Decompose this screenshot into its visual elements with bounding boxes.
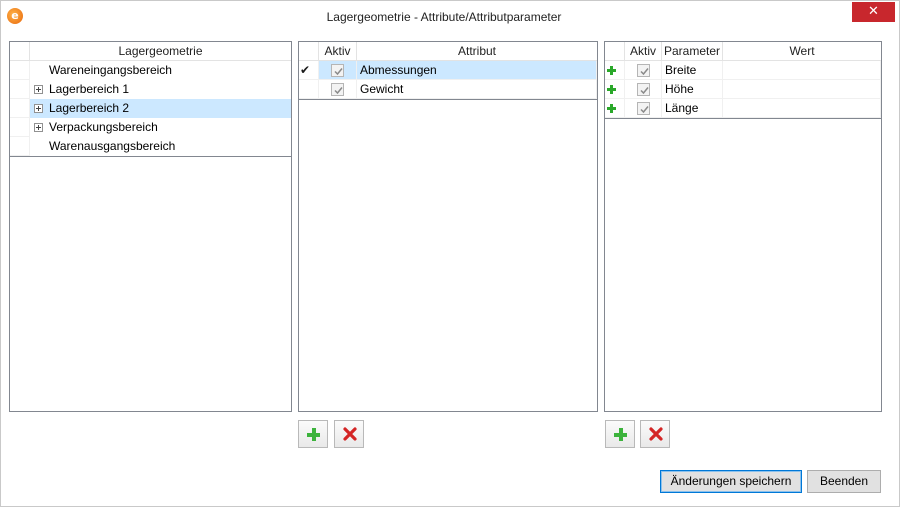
parameter-grid-panel[interactable]: Aktiv Parameter Wert Breite Höhe Länge bbox=[604, 41, 882, 412]
row-header-cell[interactable] bbox=[605, 80, 625, 99]
parameter-row[interactable]: Länge bbox=[605, 99, 881, 118]
tree-item[interactable]: Wareneingangsbereich bbox=[10, 61, 291, 80]
parameter-name: Höhe bbox=[665, 82, 694, 96]
dialog-window: e Lagergeometrie - Attribute/Attributpar… bbox=[0, 0, 900, 507]
attribute-cell[interactable]: Gewicht bbox=[357, 80, 597, 99]
active-checkbox[interactable] bbox=[637, 64, 650, 77]
active-checkbox[interactable] bbox=[331, 83, 344, 96]
parameter-cell[interactable]: Höhe bbox=[662, 80, 723, 99]
add-parameter-button[interactable] bbox=[605, 420, 635, 448]
geometry-tree-panel[interactable]: Lagergeometrie Wareneingangsbereich Lager… bbox=[9, 41, 292, 412]
value-cell[interactable] bbox=[723, 61, 881, 80]
expand-plus-icon[interactable] bbox=[34, 123, 43, 132]
add-attribute-button[interactable] bbox=[298, 420, 328, 448]
new-row-plus-icon bbox=[607, 104, 616, 113]
tree-item-label: Wareneingangsbereich bbox=[49, 63, 172, 77]
value-cell[interactable] bbox=[723, 80, 881, 99]
value-cell[interactable] bbox=[723, 99, 881, 118]
geometry-list-bottom-line bbox=[10, 156, 291, 157]
row-header-cell[interactable] bbox=[605, 61, 625, 80]
attribute-row-header-corner bbox=[299, 42, 319, 61]
tree-item[interactable]: Lagerbereich 1 bbox=[10, 80, 291, 99]
row-header-cell[interactable] bbox=[605, 99, 625, 118]
active-cell[interactable] bbox=[625, 80, 662, 99]
parameter-active-column-header[interactable]: Aktiv bbox=[625, 42, 662, 61]
parameter-row-header-corner bbox=[605, 42, 625, 61]
expand-plus-icon[interactable] bbox=[34, 104, 43, 113]
expand-plus-icon[interactable] bbox=[34, 85, 43, 94]
row-header-cell bbox=[10, 61, 30, 80]
window-title: Lagergeometrie - Attribute/Attributparam… bbox=[326, 10, 562, 24]
tree-item-label: Lagerbereich 1 bbox=[49, 82, 130, 96]
attribute-cell[interactable]: Abmessungen bbox=[357, 61, 597, 80]
row-header-cell bbox=[10, 99, 30, 118]
delete-x-icon bbox=[343, 427, 357, 441]
geometry-column-header[interactable]: Lagergeometrie bbox=[30, 42, 291, 61]
plus-icon bbox=[614, 428, 627, 441]
attribute-name-column-header[interactable]: Attribut bbox=[357, 42, 597, 61]
parameter-name-column-header[interactable]: Parameter bbox=[662, 42, 723, 61]
tree-item[interactable]: Warenausgangsbereich bbox=[10, 137, 291, 156]
new-row-plus-icon bbox=[607, 66, 616, 75]
new-row-plus-icon bbox=[607, 85, 616, 94]
geometry-row-header-corner bbox=[10, 42, 30, 61]
row-header-cell[interactable] bbox=[299, 80, 319, 99]
row-header-cell[interactable]: ✔ bbox=[299, 61, 319, 80]
parameter-row[interactable]: Breite bbox=[605, 61, 881, 80]
parameter-value-column-header[interactable]: Wert bbox=[723, 42, 881, 61]
active-checkbox[interactable] bbox=[637, 83, 650, 96]
current-row-check-icon: ✔ bbox=[300, 63, 311, 77]
tree-item-label: Lagerbereich 2 bbox=[49, 101, 130, 115]
row-header-cell bbox=[10, 80, 30, 99]
attribute-list-bottom-line bbox=[299, 99, 597, 100]
tree-item[interactable]: Lagerbereich 2 bbox=[10, 99, 291, 118]
active-cell[interactable] bbox=[625, 61, 662, 80]
plus-icon bbox=[307, 428, 320, 441]
delete-x-icon bbox=[649, 427, 663, 441]
close-window-button[interactable]: ✕ bbox=[852, 2, 895, 22]
parameter-cell[interactable]: Breite bbox=[662, 61, 723, 80]
attribute-name: Gewicht bbox=[360, 82, 404, 96]
attribute-row[interactable]: ✔ Abmessungen bbox=[299, 61, 597, 80]
active-cell[interactable] bbox=[319, 61, 357, 80]
row-header-cell bbox=[10, 137, 30, 156]
attribute-active-column-header[interactable]: Aktiv bbox=[319, 42, 357, 61]
active-checkbox[interactable] bbox=[331, 64, 344, 77]
delete-parameter-button[interactable] bbox=[640, 420, 670, 448]
delete-attribute-button[interactable] bbox=[334, 420, 364, 448]
row-header-cell bbox=[10, 118, 30, 137]
parameter-row[interactable]: Höhe bbox=[605, 80, 881, 99]
attribute-name: Abmessungen bbox=[360, 63, 437, 77]
parameter-name: Länge bbox=[665, 101, 699, 115]
exit-button[interactable]: Beenden bbox=[807, 470, 881, 493]
tree-item-label: Verpackungsbereich bbox=[49, 120, 158, 134]
active-cell[interactable] bbox=[625, 99, 662, 118]
tree-item-label: Warenausgangsbereich bbox=[49, 139, 176, 153]
attribute-grid-panel[interactable]: Aktiv Attribut ✔ Abmessungen Gewicht bbox=[298, 41, 598, 412]
active-checkbox[interactable] bbox=[637, 102, 650, 115]
title-bar[interactable]: e Lagergeometrie - Attribute/Attributpar… bbox=[1, 1, 899, 33]
tree-item[interactable]: Verpackungsbereich bbox=[10, 118, 291, 137]
attribute-row[interactable]: Gewicht bbox=[299, 80, 597, 99]
save-changes-button[interactable]: Änderungen speichern bbox=[660, 470, 802, 493]
parameter-name: Breite bbox=[665, 63, 697, 77]
parameter-list-bottom-line bbox=[605, 118, 881, 119]
parameter-cell[interactable]: Länge bbox=[662, 99, 723, 118]
active-cell[interactable] bbox=[319, 80, 357, 99]
